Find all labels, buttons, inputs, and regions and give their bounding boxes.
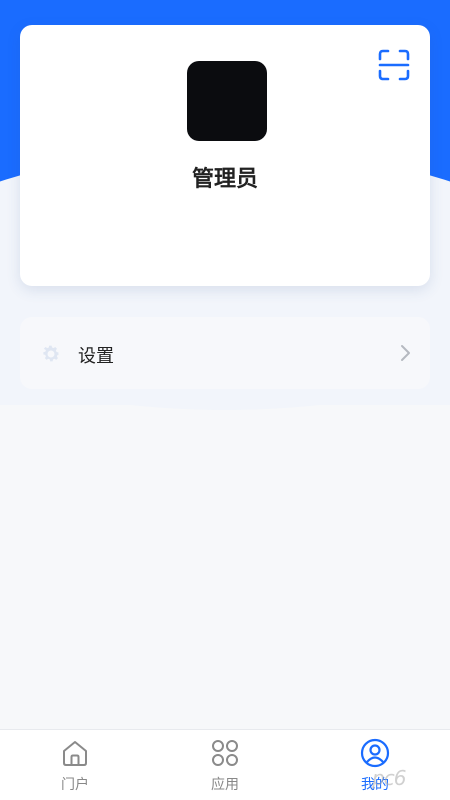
bottom-tab-bar: 门户 应用 我的 xyxy=(0,729,450,800)
tab-portal[interactable]: 门户 xyxy=(0,730,150,800)
gear-icon xyxy=(43,345,60,362)
profile-card: 管理员 xyxy=(20,25,430,286)
tab-portal-label: 门户 xyxy=(61,777,89,793)
tab-apps-label: 应用 xyxy=(211,777,239,793)
scan-icon xyxy=(378,49,410,81)
settings-menu-item[interactable]: 设置 xyxy=(20,317,430,389)
scan-button[interactable] xyxy=(378,49,410,81)
tab-apps[interactable]: 应用 xyxy=(150,730,300,800)
mine-screen: 管理员 设置 门户 应用 我的 pc6 xyxy=(0,0,450,800)
chevron-right-icon xyxy=(401,345,410,361)
avatar[interactable] xyxy=(187,61,267,141)
tab-mine-label: 我的 xyxy=(361,777,389,793)
tab-mine[interactable]: 我的 xyxy=(300,730,450,800)
user-icon xyxy=(360,738,390,768)
settings-label: 设置 xyxy=(78,346,114,367)
user-name: 管理员 xyxy=(191,167,258,192)
home-icon xyxy=(63,741,87,766)
apps-icon xyxy=(212,740,238,766)
